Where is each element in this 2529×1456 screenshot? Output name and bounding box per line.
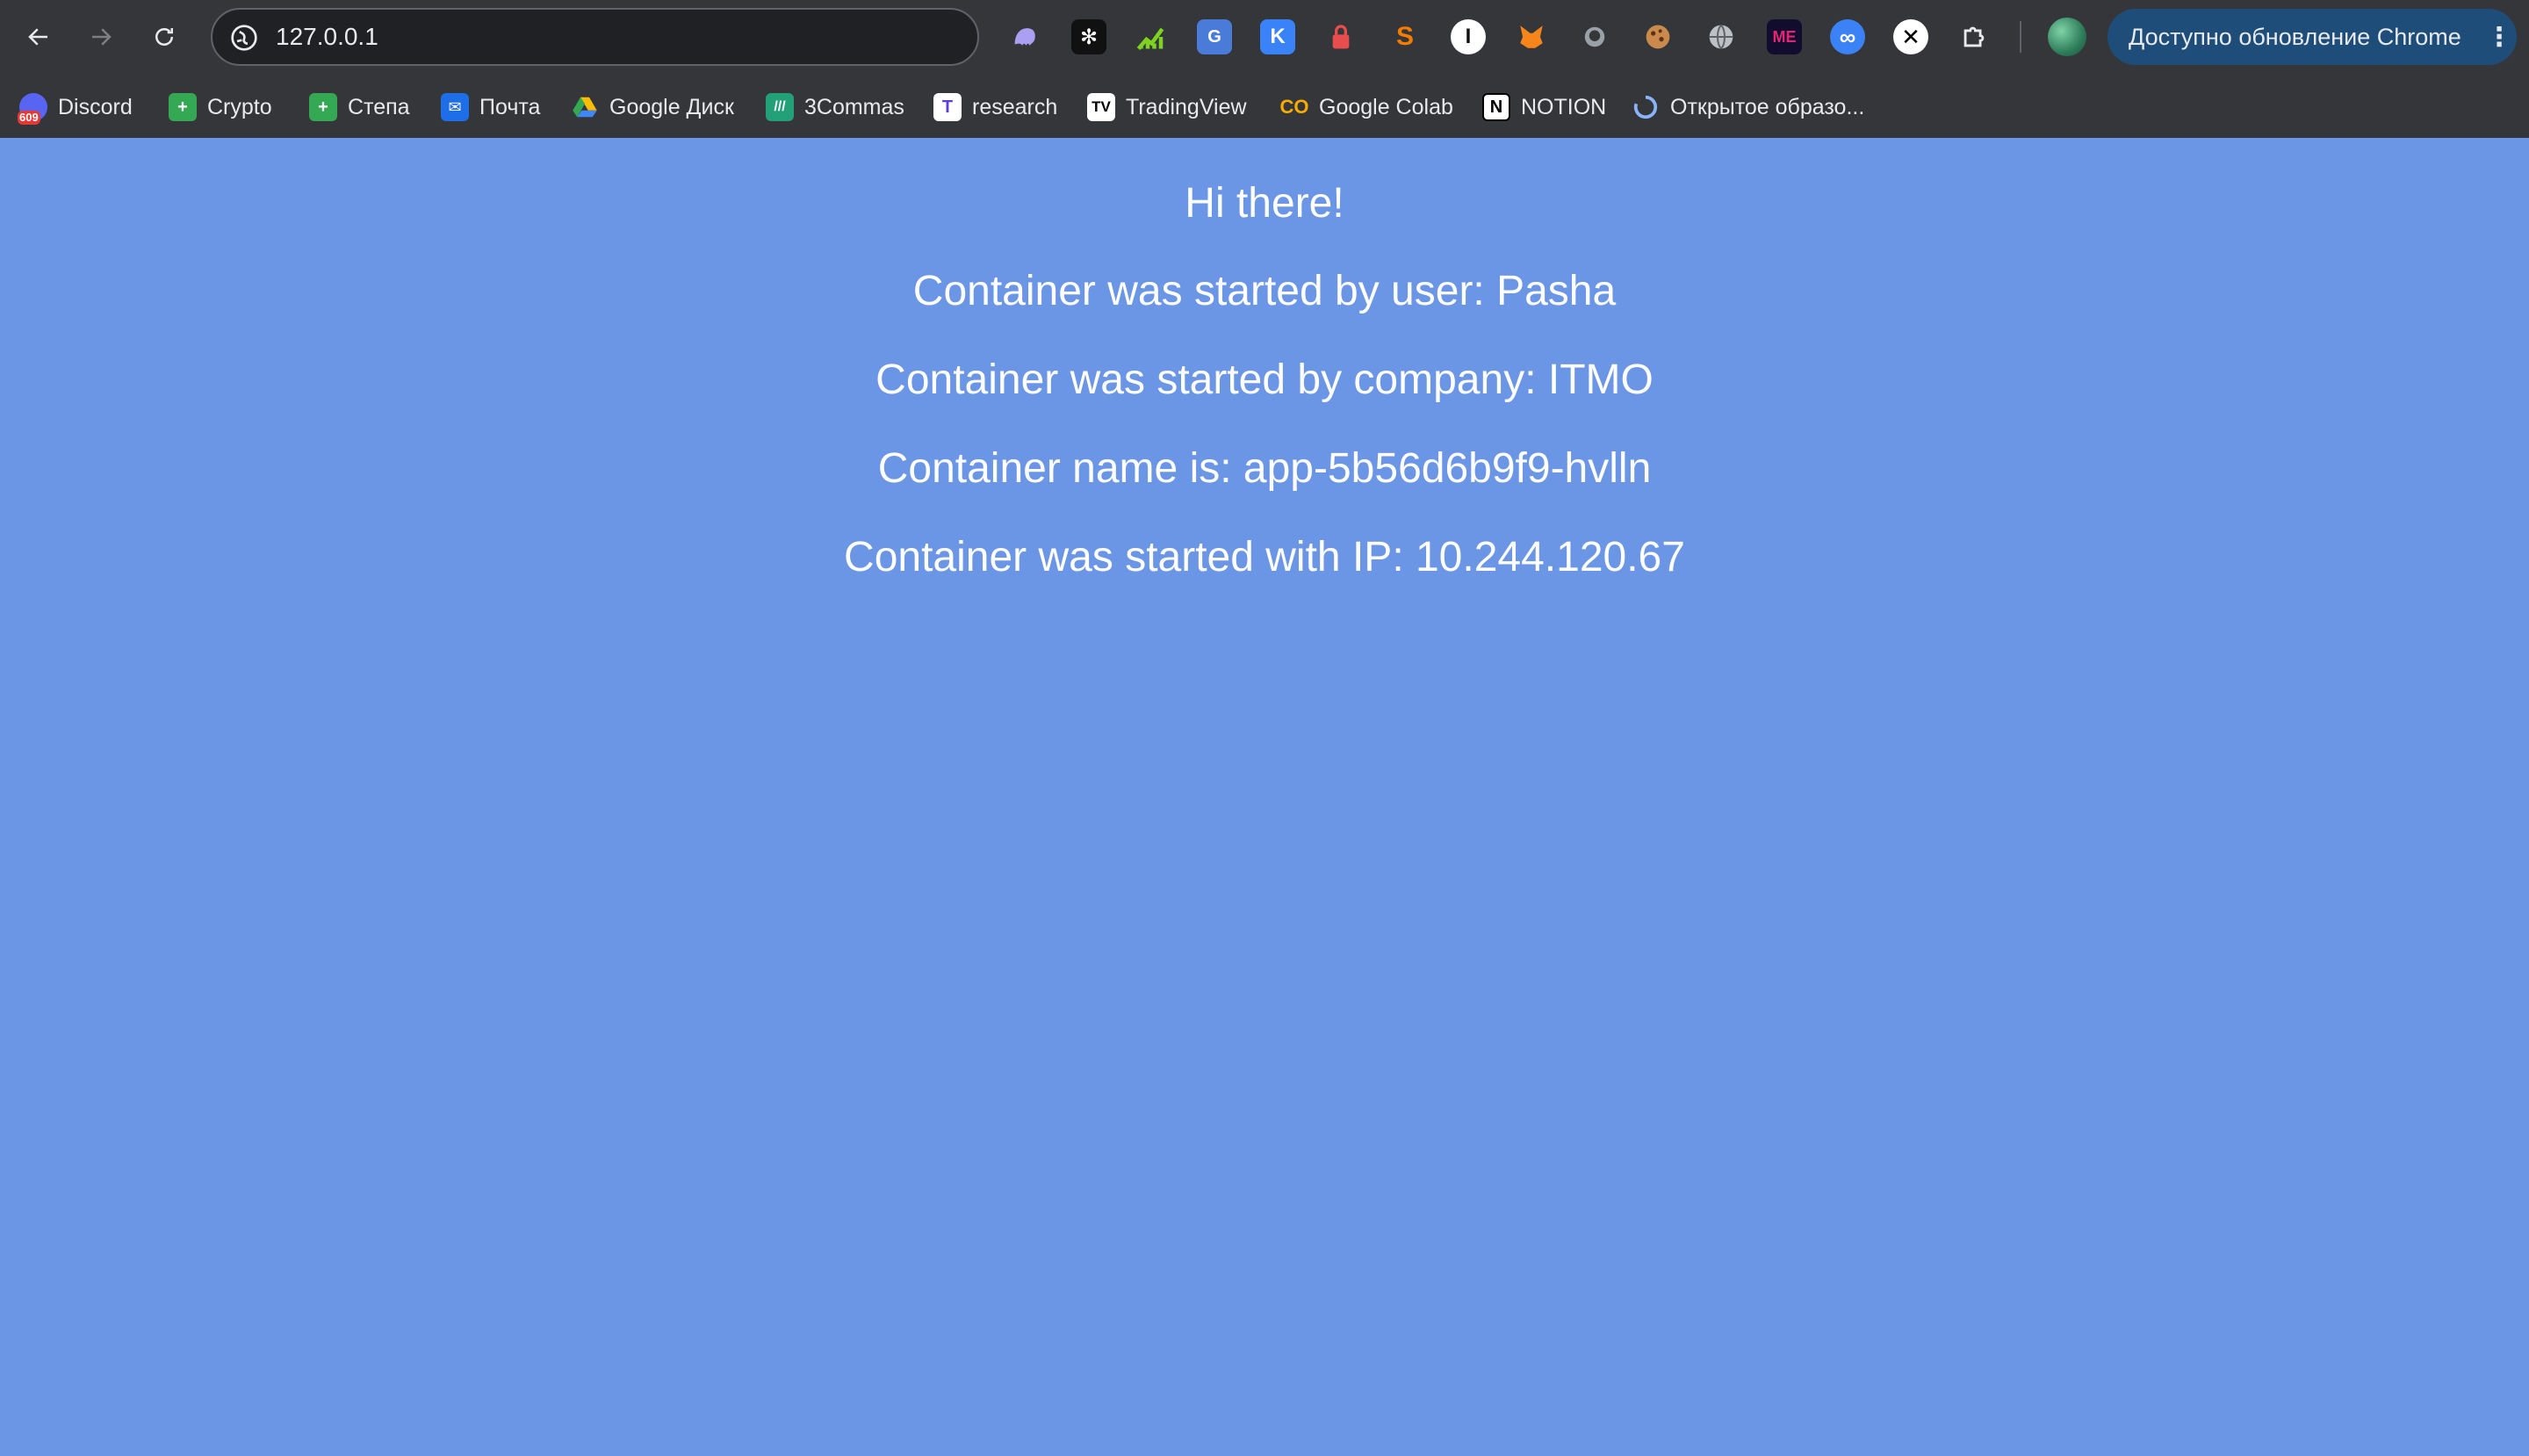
puzzle-extensions-icon[interactable] [1956, 19, 1992, 54]
chart-extension-icon[interactable] [1133, 19, 1168, 54]
browser-chrome: 127.0.0.1 ✻ G K S I ME ∞ ✕ Доступно обно… [0, 0, 2529, 138]
bird-extension-icon[interactable] [1577, 19, 1612, 54]
google-drive-icon [571, 93, 599, 121]
chrome-update-button[interactable]: Доступно обновление Chrome ⋮ [2108, 9, 2517, 65]
x-extension-icon[interactable]: ✕ [1893, 19, 1928, 54]
infinity-extension-icon[interactable]: ∞ [1830, 19, 1865, 54]
sheets-icon: + [309, 93, 337, 121]
reload-icon [155, 28, 173, 46]
arrow-right-icon [92, 28, 112, 46]
me-extension-icon[interactable]: ME [1767, 19, 1802, 54]
toolbar-separator [2020, 21, 2021, 53]
translate-extension-icon[interactable]: G [1197, 19, 1232, 54]
site-info-icon[interactable] [230, 24, 258, 52]
mail-icon: ✉ [441, 93, 469, 121]
url-text[interactable]: 127.0.0.1 [276, 10, 378, 64]
k-extension-icon[interactable]: K [1260, 19, 1295, 54]
bookmarks-bar: 609 Discord + Crypto + Степа ✉ Почта Goo… [0, 81, 2529, 133]
discord-badge: 609 [18, 111, 40, 125]
loading-icon [1632, 93, 1660, 121]
s-extension-icon[interactable]: S [1387, 19, 1423, 54]
bookmark-google-drive[interactable]: Google Диск [571, 81, 734, 133]
address-bar[interactable]: 127.0.0.1 [211, 8, 979, 66]
bookmark-discord[interactable]: 609 Discord [18, 81, 133, 133]
metamask-fox-icon[interactable] [1514, 19, 1549, 54]
i-extension-icon[interactable]: I [1451, 19, 1486, 54]
user-line: Container was started by user: Pasha [912, 268, 1617, 314]
profile-avatar[interactable] [2048, 18, 2086, 56]
greeting-text: Hi there! [1185, 180, 1344, 227]
bookmark-mail[interactable]: ✉ Почта [441, 81, 540, 133]
colab-icon: CO [1279, 96, 1309, 118]
bookmark-label: Google Диск [609, 94, 734, 119]
bookmark-crypto[interactable]: + Crypto [169, 81, 272, 133]
bookmark-notion[interactable]: N NOTION [1482, 81, 1606, 133]
bookmark-label: Степа [348, 94, 410, 119]
bookmark-label: 3Commas [804, 94, 904, 119]
reload-button[interactable] [145, 18, 184, 56]
bookmark-label: Discord [58, 94, 133, 119]
bookmark-label: Crypto [207, 94, 272, 119]
bookmark-research[interactable]: T research [933, 81, 1057, 133]
notion-icon: N [1482, 93, 1510, 121]
bookmark-label: research [972, 94, 1058, 119]
research-icon: T [933, 93, 962, 121]
lock-extension-icon[interactable] [1323, 19, 1358, 54]
sheets-icon: + [169, 93, 197, 121]
bookmark-tradingview[interactable]: TV TradingView [1087, 81, 1247, 133]
bookmark-label: TradingView [1126, 94, 1247, 119]
update-button-label: Доступно обновление Chrome [2129, 23, 2461, 50]
bookmark-open-education[interactable]: Открытое образо... [1632, 81, 1864, 133]
tradingview-icon: TV [1087, 93, 1115, 121]
container-name-line: Container name is: app-5b56d6b9f9-hvlln [877, 445, 1652, 492]
cookie-extension-icon[interactable] [1640, 19, 1675, 54]
back-button[interactable] [19, 18, 58, 56]
bookmark-google-colab[interactable]: CO Google Colab [1280, 81, 1453, 133]
arrow-left-icon [28, 28, 47, 46]
forward-button[interactable] [82, 18, 120, 56]
bookmark-stepa[interactable]: + Степа [309, 81, 410, 133]
globe-extension-icon[interactable] [1704, 19, 1739, 54]
bookmark-label: Google Colab [1319, 94, 1453, 119]
browser-toolbar: 127.0.0.1 ✻ G K S I ME ∞ ✕ Доступно обно… [0, 0, 2529, 74]
page-content: Hi there! Container was started by user:… [0, 138, 2529, 1456]
discord-icon: 609 [18, 93, 47, 125]
bookmark-label: NOTION [1521, 94, 1607, 119]
ip-line: Container was started with IP: 10.244.12… [844, 534, 1685, 580]
company-line: Container was started by company: ITMO [875, 357, 1654, 403]
snowflake-extension-icon[interactable]: ✻ [1071, 19, 1106, 54]
bookmark-label: Открытое образо... [1670, 94, 1865, 119]
bookmark-label: Почта [479, 94, 541, 119]
ghost-extension-icon[interactable] [1007, 19, 1042, 54]
more-menu-icon[interactable]: ⋮ [2482, 22, 2517, 53]
3commas-icon: /// [766, 93, 794, 121]
bookmark-3commas[interactable]: /// 3Commas [766, 81, 904, 133]
